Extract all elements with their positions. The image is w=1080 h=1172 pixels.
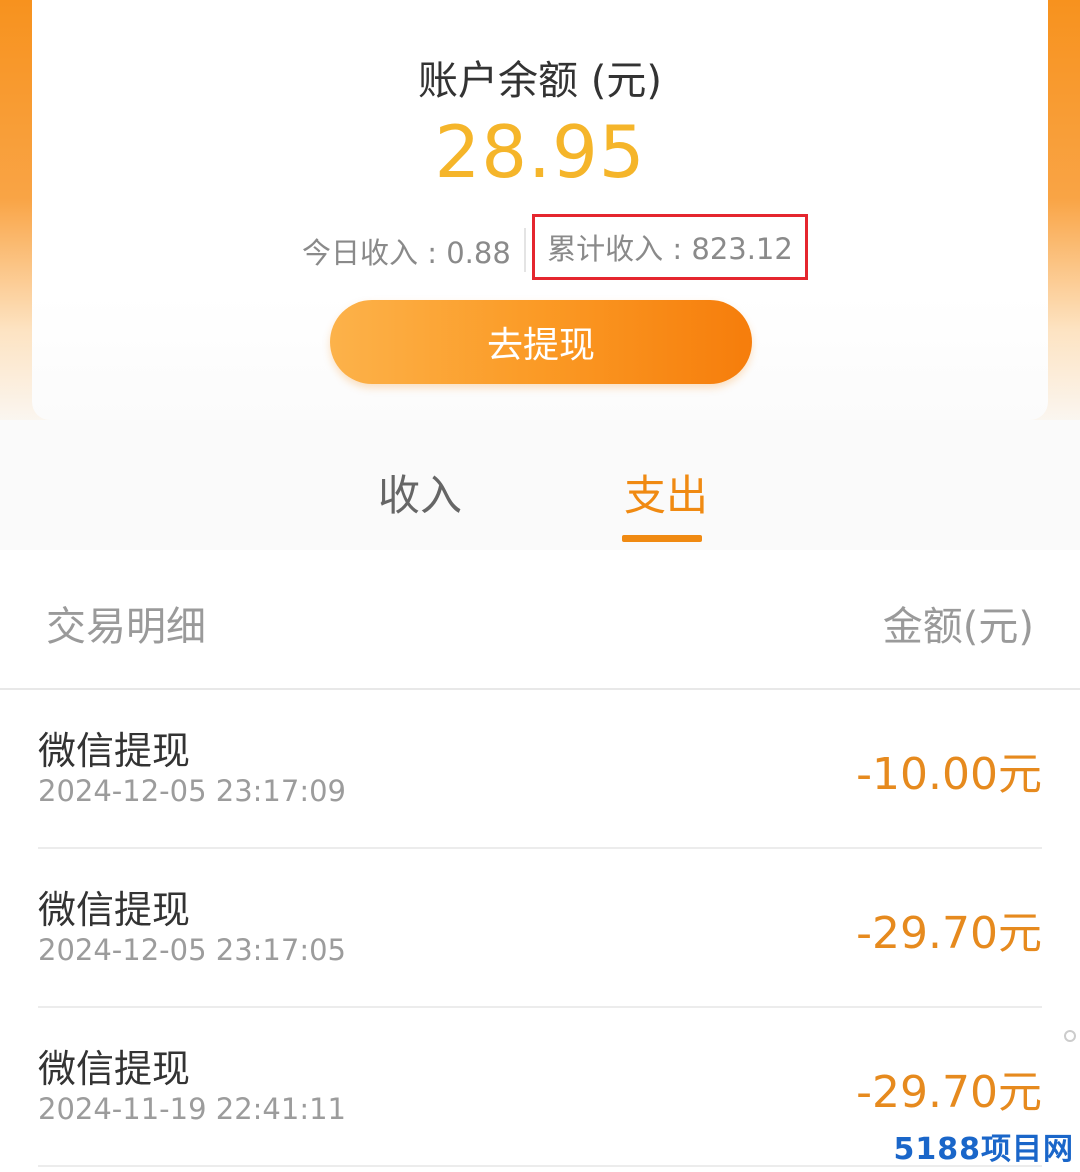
balance-card: 账户余额 (元) 28.95 今日收入 : 0.88 累计收入 : 823.12… bbox=[32, 0, 1048, 420]
total-income-highlight: 累计收入 : 823.12 bbox=[532, 214, 808, 280]
transaction-time: 2024-12-05 23:17:09 bbox=[38, 774, 346, 808]
tab-expense[interactable]: 支出 bbox=[624, 462, 708, 523]
list-header-title: 交易明细 bbox=[46, 604, 206, 650]
total-income: 累计收入 : 823.12 bbox=[547, 232, 793, 266]
scroll-indicator-icon bbox=[1064, 1030, 1076, 1042]
list-header-amount: 金额(元) bbox=[882, 604, 1034, 650]
list-header: 交易明细 金额(元) bbox=[0, 550, 1080, 690]
balance-value: 28.95 bbox=[434, 110, 646, 194]
transaction-time: 2024-11-19 22:41:11 bbox=[38, 1092, 346, 1126]
transaction-amount: -29.70元 bbox=[856, 908, 1042, 959]
tab-income[interactable]: 收入 bbox=[378, 462, 462, 523]
today-income: 今日收入 : 0.88 bbox=[302, 236, 511, 270]
tab-bar bbox=[0, 420, 1080, 550]
transaction-amount: -29.70元 bbox=[856, 1067, 1042, 1118]
transaction-row[interactable]: 微信提现 2024-11-19 22:41:11 -29.70元 bbox=[38, 1008, 1042, 1167]
transaction-row[interactable]: 微信提现 2024-12-05 23:17:09 -10.00元 bbox=[38, 690, 1042, 849]
watermark-logo: 5188项目网 bbox=[893, 1132, 1074, 1167]
active-tab-indicator bbox=[622, 535, 702, 542]
transaction-amount: -10.00元 bbox=[856, 749, 1042, 800]
transaction-row[interactable]: 微信提现 2024-12-05 23:17:05 -29.70元 bbox=[38, 849, 1042, 1008]
transaction-name: 微信提现 bbox=[38, 729, 191, 773]
stat-divider bbox=[524, 228, 526, 272]
withdraw-button[interactable]: 去提现 bbox=[330, 300, 752, 384]
transaction-name: 微信提现 bbox=[38, 1047, 191, 1091]
transaction-time: 2024-12-05 23:17:05 bbox=[38, 933, 346, 967]
transaction-name: 微信提现 bbox=[38, 888, 191, 932]
transaction-list: 微信提现 2024-12-05 23:17:09 -10.00元 微信提现 20… bbox=[0, 690, 1080, 1167]
balance-title: 账户余额 (元) bbox=[418, 58, 662, 104]
